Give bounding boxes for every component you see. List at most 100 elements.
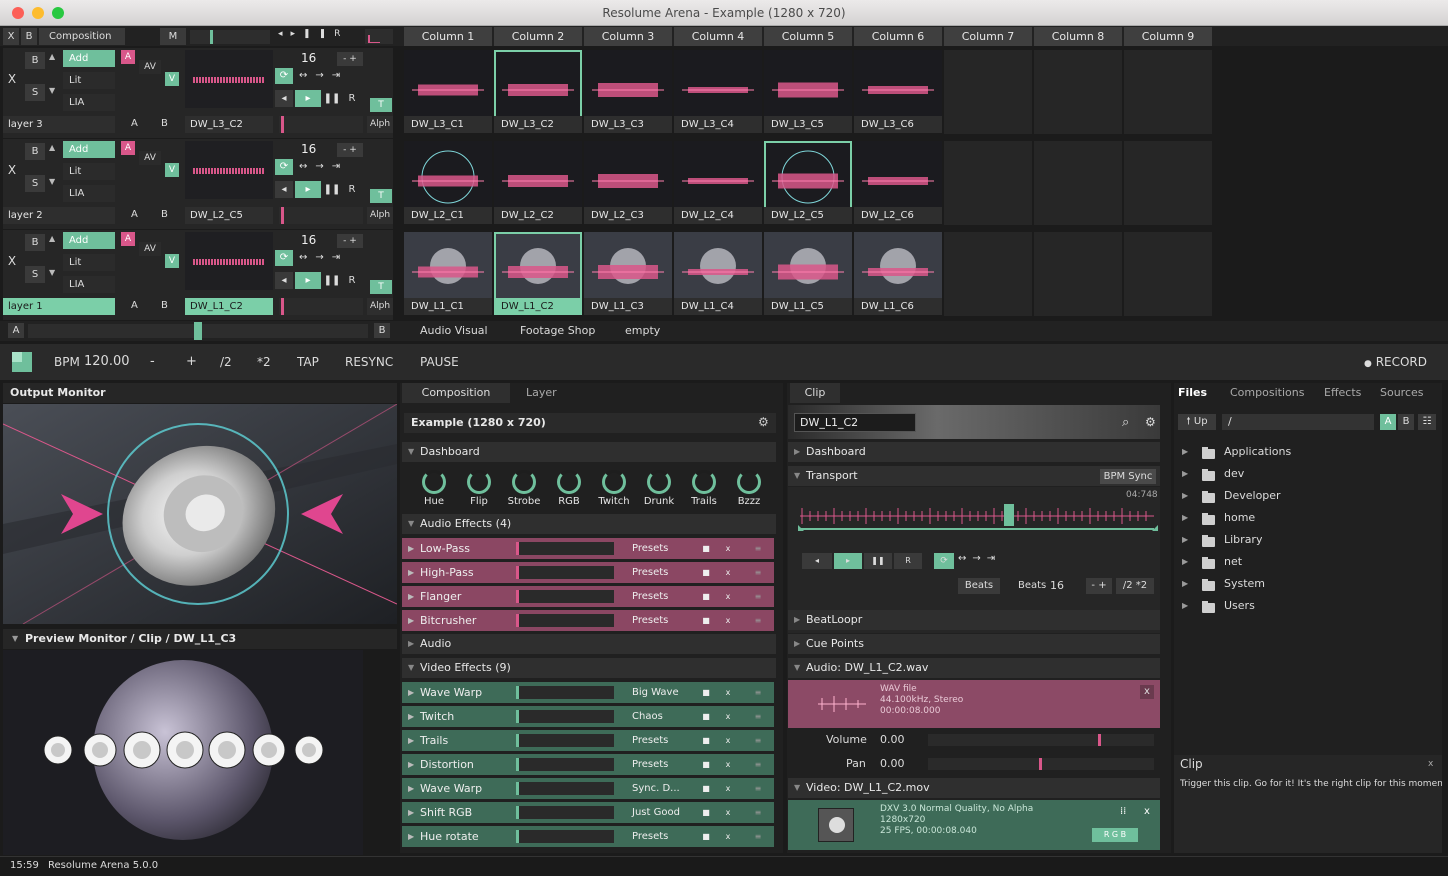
effect-bypass-button[interactable]: ■ xyxy=(700,759,712,771)
pan-slider[interactable] xyxy=(928,758,1154,770)
restart-button[interactable]: R xyxy=(343,90,361,107)
drag-handle-icon[interactable]: ≡ xyxy=(752,711,764,723)
clip-label[interactable]: DW_L2_C4 xyxy=(674,207,762,224)
effect-row[interactable]: ▶ Wave Warp Sync. D... ■ x ≡ xyxy=(402,778,774,799)
effect-remove-button[interactable]: x xyxy=(722,687,734,699)
bpm-double-button[interactable]: *2 xyxy=(257,355,271,369)
effect-opacity-slider[interactable] xyxy=(516,830,614,843)
effect-opacity-slider[interactable] xyxy=(516,758,614,771)
record-button[interactable]: ● RECORD xyxy=(1364,355,1427,369)
layer-name[interactable]: layer 1 xyxy=(3,298,115,315)
restart-button[interactable]: R xyxy=(343,272,361,289)
clip-thumbnail[interactable] xyxy=(674,232,762,306)
effect-remove-button[interactable]: x xyxy=(722,591,734,603)
files-up-button[interactable]: 🠕 Up xyxy=(1178,414,1216,430)
knob-rgb[interactable] xyxy=(557,470,581,494)
tap-button[interactable]: TAP xyxy=(297,355,319,369)
effect-opacity-slider[interactable] xyxy=(516,566,614,579)
crossfader-slider[interactable] xyxy=(28,322,368,340)
effect-bypass-button[interactable]: ■ xyxy=(700,567,712,579)
loop-icon[interactable]: ⟳ xyxy=(275,250,293,266)
clip-timeline[interactable] xyxy=(798,500,1158,532)
loop-icon[interactable]: ⟳ xyxy=(275,159,293,175)
folder-expand-icon[interactable]: ▶ xyxy=(1182,535,1188,544)
clip-thumbnail[interactable] xyxy=(764,50,852,124)
beats-plusminus-buttons[interactable]: - + xyxy=(1086,578,1112,594)
effect-row[interactable]: ▶ Shift RGB Just Good ■ x ≡ xyxy=(402,802,774,823)
files-deck-a-button[interactable]: A xyxy=(1380,414,1396,430)
folder-expand-icon[interactable]: ▶ xyxy=(1182,491,1188,500)
resync-button[interactable]: RESYNC xyxy=(345,355,393,369)
video-file-header[interactable]: ▼ Video: DW_L1_C2.mov xyxy=(788,778,1160,798)
effect-preset-dropdown[interactable]: Presets xyxy=(632,562,668,583)
layer-alpha-dropdown[interactable]: Alph xyxy=(367,207,393,224)
folder-item-system[interactable]: System xyxy=(1224,577,1265,590)
layer-name[interactable]: layer 3 xyxy=(3,116,115,133)
column-header-6[interactable]: Column 6 xyxy=(854,27,942,46)
beats-value[interactable]: 16 xyxy=(1050,579,1064,592)
layer-bypass-button[interactable]: B xyxy=(25,143,45,160)
drag-handle-icon[interactable]: ≡ xyxy=(752,567,764,579)
blend-lia-button[interactable]: LIA xyxy=(63,185,115,202)
files-list-view-icon[interactable]: ☷ xyxy=(1418,414,1436,430)
layer-av-toggle[interactable]: AV xyxy=(139,151,161,165)
files-path-field[interactable]: / xyxy=(1222,414,1374,430)
blend-lit-button[interactable]: Lit xyxy=(63,254,115,271)
effect-remove-button[interactable]: x xyxy=(722,831,734,843)
effect-row[interactable]: ▶ Bitcrusher Presets ■ x ≡ xyxy=(402,610,774,631)
effect-preset-dropdown[interactable]: Presets xyxy=(632,730,668,751)
drag-handle-icon[interactable]: ≡ xyxy=(752,615,764,627)
column-header-7[interactable]: Column 7 xyxy=(944,27,1032,46)
clip-label[interactable]: DW_L3_C1 xyxy=(404,116,492,133)
audio-header[interactable]: ▶ Audio xyxy=(402,634,776,654)
drag-handle-icon[interactable]: ≡ xyxy=(752,759,764,771)
video-file-fit-icon[interactable]: ⁞⁞ xyxy=(1120,806,1126,817)
layer-solo-button[interactable]: S xyxy=(25,266,45,283)
layer-current-clip[interactable]: DW_L1_C2 xyxy=(185,298,273,315)
clip-thumbnail[interactable] xyxy=(584,50,672,124)
layer-solo-button[interactable]: S xyxy=(25,84,45,101)
column-header-5[interactable]: Column 5 xyxy=(764,27,852,46)
drag-handle-icon[interactable]: ≡ xyxy=(752,807,764,819)
clip-label[interactable]: DW_L3_C2 xyxy=(494,116,582,133)
folder-expand-icon[interactable]: ▶ xyxy=(1182,601,1188,610)
empty-clip-slot[interactable] xyxy=(1124,50,1212,134)
files-tab-files[interactable]: Files xyxy=(1178,386,1207,399)
tab-clip[interactable]: Clip xyxy=(790,383,840,403)
folder-item-net[interactable]: net xyxy=(1224,555,1242,568)
folder-item-library[interactable]: Library xyxy=(1224,533,1262,546)
composition-dashboard-header[interactable]: ▼ Dashboard xyxy=(402,442,776,462)
layer-up-icon[interactable]: ▲ xyxy=(49,143,55,152)
beats-halfdouble-buttons[interactable]: /2 *2 xyxy=(1116,578,1154,594)
clip-label[interactable]: DW_L1_C5 xyxy=(764,298,852,315)
effect-opacity-slider[interactable] xyxy=(516,782,614,795)
volume-value[interactable]: 0.00 xyxy=(880,733,905,746)
files-tab-effects[interactable]: Effects xyxy=(1324,386,1361,399)
restart-button[interactable]: R xyxy=(343,181,361,198)
column-header-2[interactable]: Column 2 xyxy=(494,27,582,46)
play-forward-button[interactable]: ▸ xyxy=(295,181,321,198)
video-effects-header[interactable]: ▼ Video Effects (9) xyxy=(402,658,776,678)
effect-row[interactable]: ▶ Flanger Presets ■ x ≡ xyxy=(402,586,774,607)
folder-expand-icon[interactable]: ▶ xyxy=(1182,447,1188,456)
folder-item-developer[interactable]: Developer xyxy=(1224,489,1281,502)
clip-label[interactable]: DW_L3_C4 xyxy=(674,116,762,133)
column-header-9[interactable]: Column 9 xyxy=(1124,27,1212,46)
layer-current-clip[interactable]: DW_L3_C2 xyxy=(185,116,273,133)
effect-bypass-button[interactable]: ■ xyxy=(700,783,712,795)
files-tab-compositions[interactable]: Compositions xyxy=(1230,386,1304,399)
composition-transport-icons[interactable]: ◂▸❚❚R xyxy=(278,29,348,39)
effect-preset-dropdown[interactable]: Presets xyxy=(632,586,668,607)
folder-item-users[interactable]: Users xyxy=(1224,599,1255,612)
effect-row[interactable]: ▶ Distortion Presets ■ x ≡ xyxy=(402,754,774,775)
clip-thumbnail[interactable] xyxy=(674,141,762,215)
bpm-minus-button[interactable]: - xyxy=(150,354,155,369)
transition-plusminus[interactable]: - + xyxy=(337,234,363,248)
column-header-8[interactable]: Column 8 xyxy=(1034,27,1122,46)
composition-master-button[interactable]: M xyxy=(160,28,186,45)
layer-a-toggle[interactable]: A xyxy=(121,50,135,64)
tab-composition[interactable]: Composition xyxy=(402,383,510,403)
clip-thumbnail[interactable] xyxy=(584,232,672,306)
layer-a-toggle[interactable]: A xyxy=(121,232,135,246)
clip-label[interactable]: DW_L3_C6 xyxy=(854,116,942,133)
